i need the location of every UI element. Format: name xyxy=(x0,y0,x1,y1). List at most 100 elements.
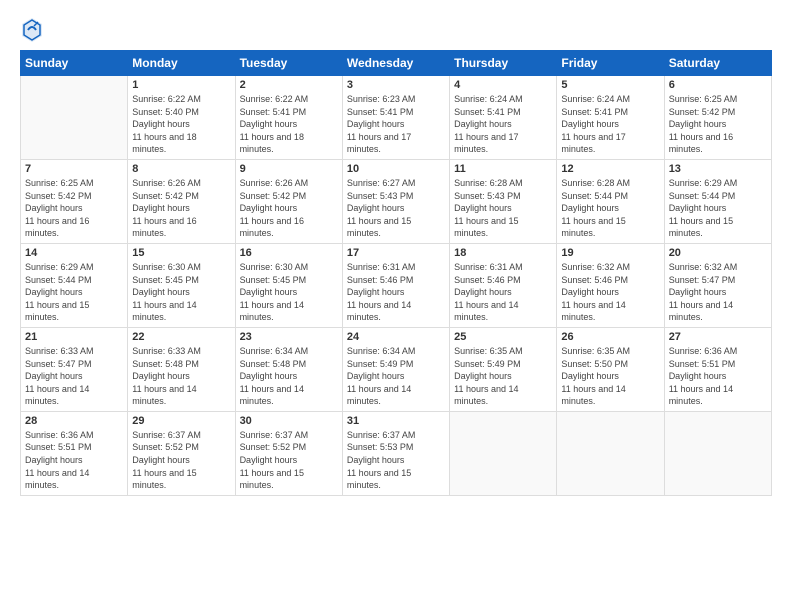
day-number: 21 xyxy=(25,331,123,343)
calendar-cell: 19 Sunrise: 6:32 AM Sunset: 5:46 PM Dayl… xyxy=(557,243,664,327)
calendar-cell: 15 Sunrise: 6:30 AM Sunset: 5:45 PM Dayl… xyxy=(128,243,235,327)
day-info: Sunrise: 6:29 AM Sunset: 5:44 PM Dayligh… xyxy=(669,177,767,240)
calendar-row: 21 Sunrise: 6:33 AM Sunset: 5:47 PM Dayl… xyxy=(21,327,772,411)
calendar-cell xyxy=(557,411,664,495)
day-number: 27 xyxy=(669,331,767,343)
calendar-cell: 25 Sunrise: 6:35 AM Sunset: 5:49 PM Dayl… xyxy=(450,327,557,411)
calendar-cell: 24 Sunrise: 6:34 AM Sunset: 5:49 PM Dayl… xyxy=(342,327,449,411)
calendar-cell: 31 Sunrise: 6:37 AM Sunset: 5:53 PM Dayl… xyxy=(342,411,449,495)
calendar-cell: 10 Sunrise: 6:27 AM Sunset: 5:43 PM Dayl… xyxy=(342,159,449,243)
calendar-row: 14 Sunrise: 6:29 AM Sunset: 5:44 PM Dayl… xyxy=(21,243,772,327)
calendar-row: 1 Sunrise: 6:22 AM Sunset: 5:40 PM Dayli… xyxy=(21,76,772,160)
day-number: 26 xyxy=(561,331,659,343)
day-info: Sunrise: 6:34 AM Sunset: 5:48 PM Dayligh… xyxy=(240,345,338,408)
day-number: 14 xyxy=(25,247,123,259)
day-number: 7 xyxy=(25,163,123,175)
day-number: 24 xyxy=(347,331,445,343)
calendar-cell: 29 Sunrise: 6:37 AM Sunset: 5:52 PM Dayl… xyxy=(128,411,235,495)
calendar-cell: 17 Sunrise: 6:31 AM Sunset: 5:46 PM Dayl… xyxy=(342,243,449,327)
day-info: Sunrise: 6:24 AM Sunset: 5:41 PM Dayligh… xyxy=(561,93,659,156)
calendar-cell: 14 Sunrise: 6:29 AM Sunset: 5:44 PM Dayl… xyxy=(21,243,128,327)
day-info: Sunrise: 6:37 AM Sunset: 5:53 PM Dayligh… xyxy=(347,429,445,492)
weekday-header-row: SundayMondayTuesdayWednesdayThursdayFrid… xyxy=(21,51,772,76)
day-info: Sunrise: 6:24 AM Sunset: 5:41 PM Dayligh… xyxy=(454,93,552,156)
day-number: 18 xyxy=(454,247,552,259)
day-info: Sunrise: 6:30 AM Sunset: 5:45 PM Dayligh… xyxy=(132,261,230,324)
calendar-cell: 2 Sunrise: 6:22 AM Sunset: 5:41 PM Dayli… xyxy=(235,76,342,160)
day-info: Sunrise: 6:36 AM Sunset: 5:51 PM Dayligh… xyxy=(25,429,123,492)
day-number: 12 xyxy=(561,163,659,175)
day-number: 3 xyxy=(347,79,445,91)
weekday-sunday: Sunday xyxy=(21,51,128,76)
day-number: 4 xyxy=(454,79,552,91)
calendar-cell: 27 Sunrise: 6:36 AM Sunset: 5:51 PM Dayl… xyxy=(664,327,771,411)
calendar-cell: 18 Sunrise: 6:31 AM Sunset: 5:46 PM Dayl… xyxy=(450,243,557,327)
weekday-thursday: Thursday xyxy=(450,51,557,76)
day-number: 19 xyxy=(561,247,659,259)
day-number: 9 xyxy=(240,163,338,175)
day-info: Sunrise: 6:22 AM Sunset: 5:41 PM Dayligh… xyxy=(240,93,338,156)
day-number: 20 xyxy=(669,247,767,259)
calendar-cell: 28 Sunrise: 6:36 AM Sunset: 5:51 PM Dayl… xyxy=(21,411,128,495)
calendar-cell: 9 Sunrise: 6:26 AM Sunset: 5:42 PM Dayli… xyxy=(235,159,342,243)
logo-icon xyxy=(20,16,44,44)
day-info: Sunrise: 6:33 AM Sunset: 5:47 PM Dayligh… xyxy=(25,345,123,408)
day-number: 15 xyxy=(132,247,230,259)
day-number: 22 xyxy=(132,331,230,343)
day-info: Sunrise: 6:23 AM Sunset: 5:41 PM Dayligh… xyxy=(347,93,445,156)
day-number: 1 xyxy=(132,79,230,91)
day-info: Sunrise: 6:26 AM Sunset: 5:42 PM Dayligh… xyxy=(132,177,230,240)
day-info: Sunrise: 6:30 AM Sunset: 5:45 PM Dayligh… xyxy=(240,261,338,324)
calendar-cell: 7 Sunrise: 6:25 AM Sunset: 5:42 PM Dayli… xyxy=(21,159,128,243)
day-info: Sunrise: 6:32 AM Sunset: 5:47 PM Dayligh… xyxy=(669,261,767,324)
calendar-row: 7 Sunrise: 6:25 AM Sunset: 5:42 PM Dayli… xyxy=(21,159,772,243)
day-number: 2 xyxy=(240,79,338,91)
day-number: 6 xyxy=(669,79,767,91)
calendar-cell xyxy=(664,411,771,495)
day-number: 28 xyxy=(25,415,123,427)
day-number: 13 xyxy=(669,163,767,175)
weekday-wednesday: Wednesday xyxy=(342,51,449,76)
calendar-cell: 6 Sunrise: 6:25 AM Sunset: 5:42 PM Dayli… xyxy=(664,76,771,160)
day-info: Sunrise: 6:31 AM Sunset: 5:46 PM Dayligh… xyxy=(454,261,552,324)
day-info: Sunrise: 6:31 AM Sunset: 5:46 PM Dayligh… xyxy=(347,261,445,324)
day-info: Sunrise: 6:28 AM Sunset: 5:44 PM Dayligh… xyxy=(561,177,659,240)
calendar-cell: 12 Sunrise: 6:28 AM Sunset: 5:44 PM Dayl… xyxy=(557,159,664,243)
day-info: Sunrise: 6:29 AM Sunset: 5:44 PM Dayligh… xyxy=(25,261,123,324)
day-info: Sunrise: 6:35 AM Sunset: 5:50 PM Dayligh… xyxy=(561,345,659,408)
logo xyxy=(20,16,48,44)
day-number: 25 xyxy=(454,331,552,343)
calendar-cell: 3 Sunrise: 6:23 AM Sunset: 5:41 PM Dayli… xyxy=(342,76,449,160)
day-info: Sunrise: 6:36 AM Sunset: 5:51 PM Dayligh… xyxy=(669,345,767,408)
calendar-table: SundayMondayTuesdayWednesdayThursdayFrid… xyxy=(20,50,772,496)
calendar-cell: 1 Sunrise: 6:22 AM Sunset: 5:40 PM Dayli… xyxy=(128,76,235,160)
day-number: 11 xyxy=(454,163,552,175)
day-info: Sunrise: 6:32 AM Sunset: 5:46 PM Dayligh… xyxy=(561,261,659,324)
calendar-cell: 20 Sunrise: 6:32 AM Sunset: 5:47 PM Dayl… xyxy=(664,243,771,327)
day-info: Sunrise: 6:22 AM Sunset: 5:40 PM Dayligh… xyxy=(132,93,230,156)
day-number: 8 xyxy=(132,163,230,175)
day-info: Sunrise: 6:37 AM Sunset: 5:52 PM Dayligh… xyxy=(240,429,338,492)
day-number: 31 xyxy=(347,415,445,427)
day-info: Sunrise: 6:37 AM Sunset: 5:52 PM Dayligh… xyxy=(132,429,230,492)
day-number: 17 xyxy=(347,247,445,259)
day-number: 5 xyxy=(561,79,659,91)
weekday-monday: Monday xyxy=(128,51,235,76)
page: SundayMondayTuesdayWednesdayThursdayFrid… xyxy=(0,0,792,612)
calendar-cell: 30 Sunrise: 6:37 AM Sunset: 5:52 PM Dayl… xyxy=(235,411,342,495)
weekday-tuesday: Tuesday xyxy=(235,51,342,76)
day-info: Sunrise: 6:26 AM Sunset: 5:42 PM Dayligh… xyxy=(240,177,338,240)
day-number: 10 xyxy=(347,163,445,175)
calendar-cell: 4 Sunrise: 6:24 AM Sunset: 5:41 PM Dayli… xyxy=(450,76,557,160)
day-number: 16 xyxy=(240,247,338,259)
day-info: Sunrise: 6:33 AM Sunset: 5:48 PM Dayligh… xyxy=(132,345,230,408)
header xyxy=(20,16,772,44)
day-info: Sunrise: 6:35 AM Sunset: 5:49 PM Dayligh… xyxy=(454,345,552,408)
calendar-cell xyxy=(21,76,128,160)
weekday-saturday: Saturday xyxy=(664,51,771,76)
day-info: Sunrise: 6:28 AM Sunset: 5:43 PM Dayligh… xyxy=(454,177,552,240)
day-number: 29 xyxy=(132,415,230,427)
calendar-cell: 5 Sunrise: 6:24 AM Sunset: 5:41 PM Dayli… xyxy=(557,76,664,160)
day-number: 30 xyxy=(240,415,338,427)
weekday-friday: Friday xyxy=(557,51,664,76)
